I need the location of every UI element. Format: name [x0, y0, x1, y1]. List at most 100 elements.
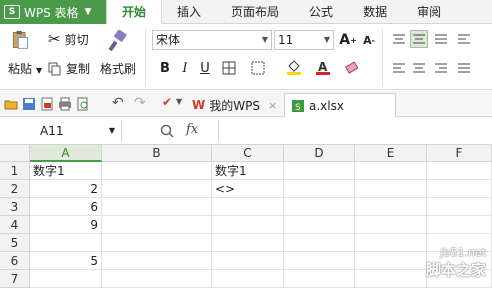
- cut-button[interactable]: ✂ 剪切: [48, 30, 89, 48]
- cell-e6[interactable]: [355, 252, 427, 270]
- name-box[interactable]: A11 ▼: [0, 120, 122, 142]
- fill-color-button[interactable]: [285, 59, 303, 77]
- cell-c2[interactable]: <>: [212, 180, 284, 198]
- justify-button[interactable]: [455, 59, 473, 77]
- font-size-select[interactable]: 11 ▼: [274, 30, 334, 50]
- cell-a3[interactable]: 6: [30, 198, 102, 216]
- column-header-e[interactable]: E: [355, 145, 427, 162]
- align-center-button[interactable]: [410, 59, 428, 77]
- chevron-down-icon[interactable]: ▼: [176, 97, 182, 106]
- tab-data[interactable]: 数据: [348, 0, 402, 23]
- print-icon[interactable]: [58, 97, 72, 111]
- save-icon[interactable]: [22, 97, 36, 111]
- cell-c4[interactable]: [212, 216, 284, 234]
- cell-c3[interactable]: [212, 198, 284, 216]
- merge-cells-button[interactable]: [249, 59, 267, 77]
- cell-a6[interactable]: 5: [30, 252, 102, 270]
- cell-b5[interactable]: [102, 234, 212, 252]
- cell-b4[interactable]: [102, 216, 212, 234]
- row-header-3[interactable]: 3: [0, 198, 30, 216]
- row-header-6[interactable]: 6: [0, 252, 30, 270]
- row-header-1[interactable]: 1: [0, 162, 30, 180]
- format-painter-button[interactable]: 格式刷: [100, 30, 136, 77]
- close-icon[interactable]: ×: [268, 99, 277, 112]
- font-color-button[interactable]: A: [314, 59, 332, 77]
- cell-f3[interactable]: [427, 198, 492, 216]
- paste-button[interactable]: 粘贴: [8, 30, 32, 77]
- export-pdf-icon[interactable]: [40, 97, 54, 111]
- column-header-b[interactable]: B: [102, 145, 212, 162]
- cell-e3[interactable]: [355, 198, 427, 216]
- tab-insert[interactable]: 插入: [162, 0, 216, 23]
- cell-f4[interactable]: [427, 216, 492, 234]
- cell-e5[interactable]: [355, 234, 427, 252]
- cell-f1[interactable]: [427, 162, 492, 180]
- cell-d1[interactable]: [284, 162, 355, 180]
- cell-e4[interactable]: [355, 216, 427, 234]
- row-header-5[interactable]: 5: [0, 234, 30, 252]
- insert-function-button[interactable]: fx: [186, 122, 198, 137]
- clear-format-button[interactable]: [344, 59, 362, 77]
- cell-e2[interactable]: [355, 180, 427, 198]
- cell-b3[interactable]: [102, 198, 212, 216]
- cell-a2[interactable]: 2: [30, 180, 102, 198]
- cell-d5[interactable]: [284, 234, 355, 252]
- tab-home[interactable]: 开始: [106, 0, 163, 25]
- align-middle-button[interactable]: [410, 30, 428, 48]
- cell-b1[interactable]: [102, 162, 212, 180]
- italic-button[interactable]: I: [176, 59, 194, 77]
- print-preview-icon[interactable]: [76, 97, 90, 111]
- cell-e1[interactable]: [355, 162, 427, 180]
- redo-icon[interactable]: ↷: [134, 95, 146, 111]
- cell-b2[interactable]: [102, 180, 212, 198]
- wps-app-button[interactable]: S WPS 表格 ▼: [0, 0, 106, 24]
- tab-a-xlsx[interactable]: S a.xlsx: [284, 93, 396, 117]
- cell-d2[interactable]: [284, 180, 355, 198]
- align-right-button[interactable]: [432, 59, 450, 77]
- align-bottom-button[interactable]: [432, 30, 450, 48]
- column-header-a[interactable]: A: [30, 145, 102, 162]
- customize-toolbar-icon[interactable]: ✔: [162, 95, 172, 109]
- undo-icon[interactable]: ↶: [112, 95, 124, 111]
- select-all-corner[interactable]: [0, 145, 30, 162]
- formula-input[interactable]: [218, 120, 492, 142]
- column-header-d[interactable]: D: [284, 145, 355, 162]
- wrap-text-button[interactable]: [455, 30, 473, 48]
- cell-b6[interactable]: [102, 252, 212, 270]
- cell-a7[interactable]: [30, 270, 102, 288]
- cell-f2[interactable]: [427, 180, 492, 198]
- underline-button[interactable]: U: [196, 59, 214, 77]
- cell-a5[interactable]: [30, 234, 102, 252]
- paste-dropdown-icon[interactable]: ▼: [36, 66, 42, 75]
- row-header-2[interactable]: 2: [0, 180, 30, 198]
- open-folder-icon[interactable]: [4, 97, 18, 111]
- cell-c5[interactable]: [212, 234, 284, 252]
- tab-page-layout[interactable]: 页面布局: [216, 0, 294, 23]
- tab-my-wps[interactable]: W 我的WPS ×: [186, 93, 283, 117]
- grow-font-button[interactable]: A +: [339, 31, 357, 49]
- column-header-c[interactable]: C: [212, 145, 284, 162]
- cell-a1[interactable]: 数字1: [30, 162, 102, 180]
- cell-d4[interactable]: [284, 216, 355, 234]
- font-family-select[interactable]: 宋体 ▼: [152, 30, 272, 50]
- copy-button[interactable]: 复制: [48, 60, 90, 77]
- tab-review[interactable]: 审阅: [402, 0, 456, 23]
- cell-a4[interactable]: 9: [30, 216, 102, 234]
- cell-c1[interactable]: 数字1: [212, 162, 284, 180]
- cell-d6[interactable]: [284, 252, 355, 270]
- shrink-font-button[interactable]: A-: [360, 31, 378, 49]
- cell-d7[interactable]: [284, 270, 355, 288]
- zoom-search-icon[interactable]: [160, 124, 174, 138]
- cell-c6[interactable]: [212, 252, 284, 270]
- cell-d3[interactable]: [284, 198, 355, 216]
- row-header-7[interactable]: 7: [0, 270, 30, 288]
- borders-button[interactable]: [220, 59, 238, 77]
- cell-c7[interactable]: [212, 270, 284, 288]
- align-top-button[interactable]: [390, 30, 408, 48]
- cell-e7[interactable]: [355, 270, 427, 288]
- align-left-button[interactable]: [390, 59, 408, 77]
- column-header-f[interactable]: F: [427, 145, 492, 162]
- tab-formulas[interactable]: 公式: [294, 0, 348, 23]
- bold-button[interactable]: B: [156, 59, 174, 77]
- row-header-4[interactable]: 4: [0, 216, 30, 234]
